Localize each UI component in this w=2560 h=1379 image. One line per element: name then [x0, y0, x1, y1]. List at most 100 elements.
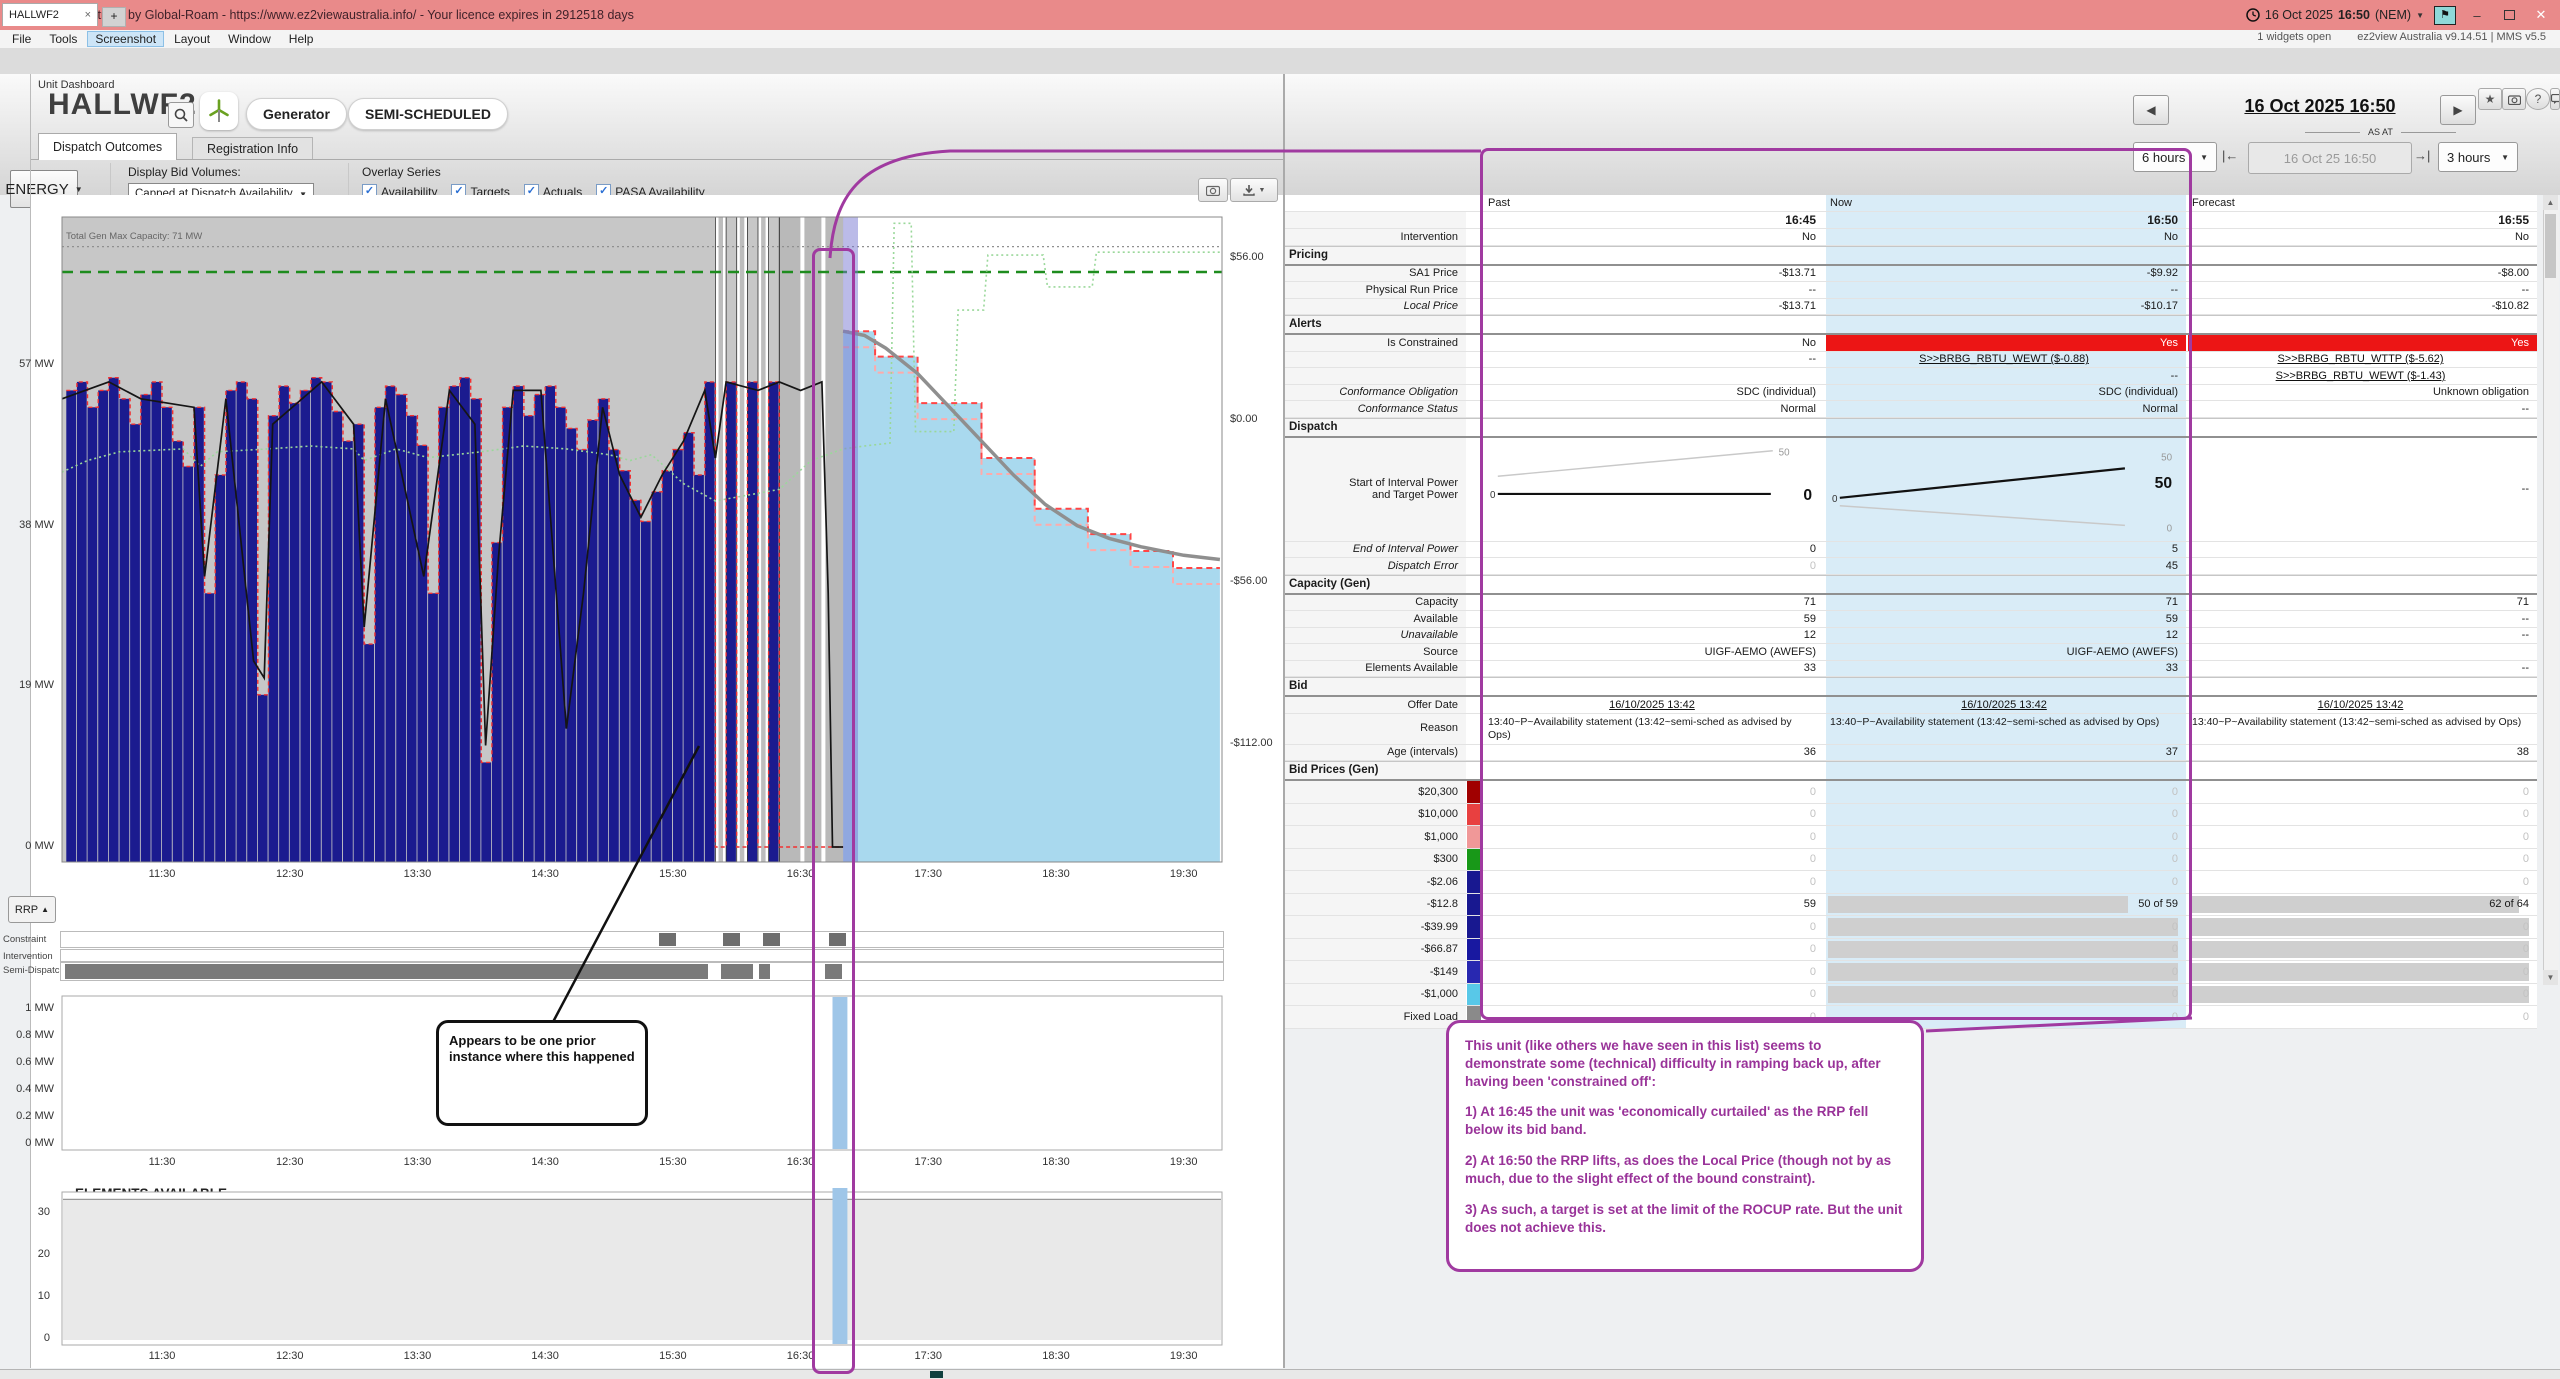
cell-past: -$13.71 [1482, 299, 1824, 315]
table-row: -$12.85950 of 5962 of 64 [1285, 894, 2537, 917]
constraint-link[interactable]: S>>BRBG_RBTU_WEWT ($-0.88) [1919, 353, 2089, 365]
cell-now: 33 [1824, 661, 2186, 677]
constraint-link[interactable]: S>>BRBG_RBTU_WTTP ($-5.62) [2277, 353, 2443, 365]
cell-forecast: Yes [2186, 335, 2537, 351]
table-row: InterventionNoNoNo [1285, 229, 2537, 246]
bid-color-swatch [1467, 781, 1481, 803]
cell-past: 0 [1482, 781, 1824, 803]
section-header: Capacity (Gen) [1285, 576, 1466, 593]
row-label: $20,300 [1285, 781, 1466, 803]
scroll-up-icon[interactable]: ▲ [2543, 195, 2558, 210]
cell-now: 71 [1824, 595, 2186, 611]
favourite-star-icon[interactable]: ★ [2478, 88, 2502, 110]
constraint-link[interactable]: 16/10/2025 13:42 [2318, 699, 2404, 711]
table-row: Offer Date16/10/2025 13:4216/10/2025 13:… [1285, 697, 2537, 714]
prev-interval-button[interactable]: ◀ [2133, 95, 2169, 125]
step-forward-icon[interactable]: →| [2414, 148, 2430, 163]
cell-past: 16/10/2025 13:42 [1482, 697, 1824, 713]
nem-clock[interactable]: 16 Oct 2025 16:50 (NEM) ▼ [2246, 8, 2424, 22]
row-label: -$12.8 [1285, 894, 1466, 916]
constraint-link[interactable]: 16/10/2025 13:42 [1609, 699, 1695, 711]
table-row: -- S>>BRBG_RBTU_WEWT ($-1.43) [1285, 368, 2537, 385]
row-label: Conformance Status [1285, 401, 1466, 417]
minimize-button[interactable]: – [2466, 8, 2488, 23]
cell-forecast [2186, 678, 2537, 695]
cell-now: 0 [1824, 961, 2186, 983]
cell-now: -$10.17 [1824, 299, 2186, 315]
cell-now: 0 [1824, 871, 2186, 893]
cell-now [1824, 678, 2186, 695]
cell-now: No [1824, 229, 2186, 245]
cell-forecast: 0 [2186, 804, 2537, 826]
current-datetime[interactable]: 16 Oct 2025 16:50 [2200, 96, 2440, 117]
section-row-bid-prices-gen-: Bid Prices (Gen) [1285, 761, 2537, 781]
scroll-down-icon[interactable]: ▼ [2543, 970, 2558, 985]
cell-forecast: -$10.82 [2186, 299, 2537, 315]
row-label: -$66.87 [1285, 939, 1466, 961]
cell-past: 0 [1482, 939, 1824, 961]
table-row: End of Interval Power05 [1285, 542, 2537, 559]
cell-now [1824, 576, 2186, 593]
bid-color-swatch [1467, 849, 1481, 871]
cell-now: -- [1824, 368, 2186, 384]
note-paragraph: 2) At 16:50 the RRP lifts, as does the L… [1465, 1152, 1905, 1188]
row-label: Reason [1285, 714, 1466, 744]
row-label: Conformance Obligation [1285, 385, 1466, 401]
bid-volume-bar [2190, 963, 2529, 981]
row-label: End of Interval Power [1285, 542, 1466, 558]
cell-forecast: 0 [2186, 916, 2537, 938]
target-sparkline-now: 0 50 50 0 [1824, 438, 2186, 541]
cell-forecast: S>>BRBG_RBTU_WTTP ($-5.62) [2186, 352, 2537, 368]
comment-icon[interactable] [2550, 88, 2560, 110]
cell-forecast: -- [2186, 628, 2537, 644]
row-label: Start of Interval Powerand Target Power [1285, 438, 1466, 541]
svg-text:50: 50 [1779, 447, 1790, 458]
note-paragraph: This unit (like others we have seen in t… [1465, 1037, 1905, 1090]
cell-past: 0 [1482, 542, 1824, 558]
cell-now: 45 [1824, 558, 2186, 574]
app-window: ez2view Australia by Global-Roam - https… [0, 0, 2560, 1379]
camera-icon[interactable] [2502, 88, 2526, 110]
svg-text:50: 50 [2155, 475, 2173, 492]
bid-volume-bar [1828, 986, 2178, 1004]
column-header-past: Past [1482, 195, 1824, 211]
cell-past [1482, 678, 1824, 695]
clock-time: 16:50 [2338, 8, 2370, 22]
cell-forecast [2186, 576, 2537, 593]
clock-icon [2246, 8, 2260, 22]
cell-past: 0 [1482, 984, 1824, 1006]
cell-forecast: 0 [2186, 826, 2537, 848]
cell-now: 12 [1824, 628, 2186, 644]
window-before-select[interactable]: 6 hours▼ [2133, 142, 2217, 172]
table-scrollbar[interactable] [2543, 195, 2559, 985]
section-row-bid: Bid [1285, 677, 2537, 697]
widgets-open-label: 1 widgets open [2257, 31, 2331, 43]
cell-past: -$13.71 [1482, 266, 1824, 282]
cell-now: 0 [1824, 939, 2186, 961]
window-after-select[interactable]: 3 hours▼ [2438, 142, 2518, 172]
table-row: Local Price-$13.71-$10.17-$10.82 [1285, 299, 2537, 316]
bid-color-swatch [1467, 871, 1481, 893]
menu-bar-status: 1 widgets open ez2view Australia v9.14.5… [2257, 31, 2546, 43]
cell-forecast: 0 [2186, 849, 2537, 871]
cell-forecast: -- [2186, 661, 2537, 677]
help-icon[interactable]: ? [2526, 88, 2550, 110]
close-button[interactable]: ✕ [2530, 7, 2552, 23]
step-back-icon[interactable]: |← [2222, 148, 2238, 163]
constraint-link[interactable]: S>>BRBG_RBTU_WEWT ($-1.43) [2276, 370, 2446, 382]
nem-flag-icon[interactable]: ⚑ [2434, 6, 2456, 25]
cell-forecast [2186, 247, 2537, 264]
cell-forecast: 0 [2186, 984, 2537, 1006]
cell-past: 59 [1482, 611, 1824, 627]
row-label: -$149 [1285, 961, 1466, 983]
bid-volume-bar [2190, 941, 2529, 959]
cell-forecast: Unknown obligation [2186, 385, 2537, 401]
restore-button[interactable] [2498, 8, 2520, 23]
constraint-link[interactable]: 16/10/2025 13:42 [1961, 699, 2047, 711]
table-scrollbar-thumb[interactable] [2545, 214, 2556, 278]
as-at-field[interactable]: 16 Oct 25 16:50 [2248, 142, 2412, 174]
next-interval-button[interactable]: ▶ [2440, 95, 2476, 125]
bid-color-swatch [1467, 984, 1481, 1006]
dispatch-chart[interactable] [0, 0, 1290, 1379]
table-row: $1,000000 [1285, 826, 2537, 849]
